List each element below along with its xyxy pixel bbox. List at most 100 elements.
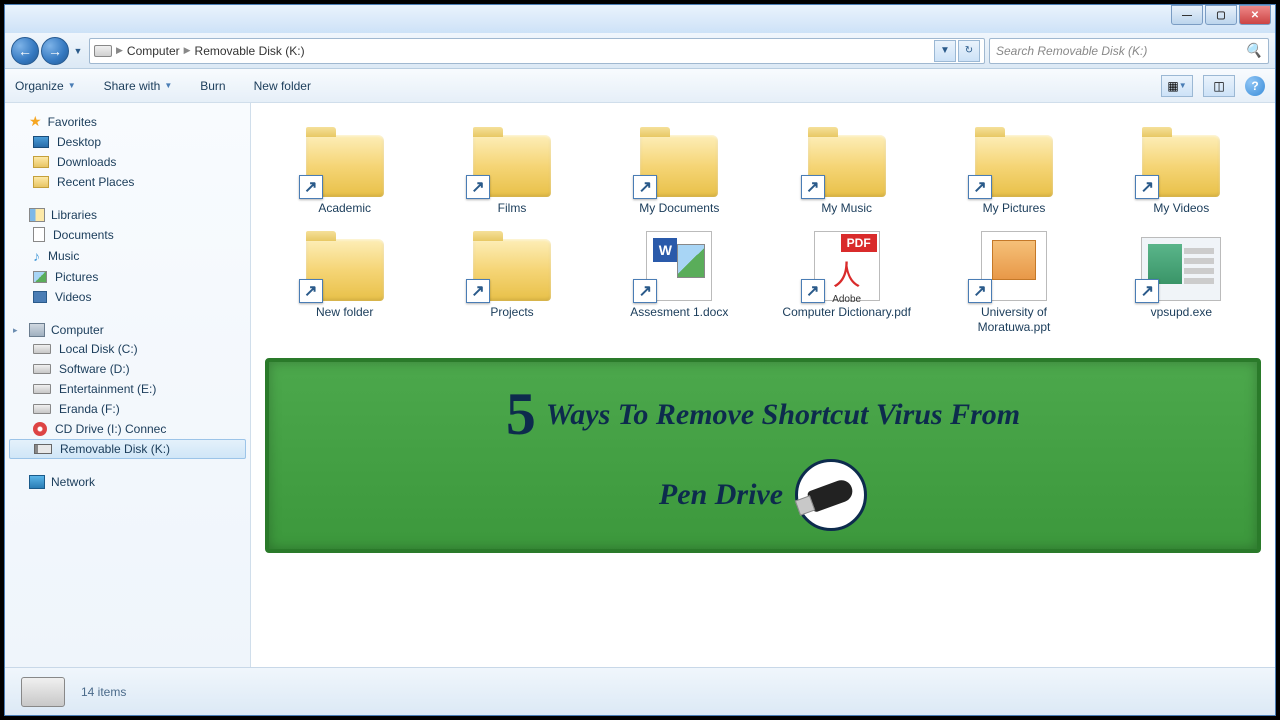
toolbar: Organize▼ Share with▼ Burn New folder ▦ … bbox=[5, 69, 1275, 103]
drive-icon bbox=[33, 404, 51, 414]
sidebar-item-downloads[interactable]: Downloads bbox=[5, 152, 250, 172]
favorites-group[interactable]: ★Favorites bbox=[5, 111, 250, 132]
view-mode-button[interactable]: ▦ ▼ bbox=[1161, 75, 1193, 97]
back-button[interactable]: ← bbox=[11, 37, 39, 65]
file-item[interactable]: ↗Academic bbox=[263, 119, 426, 215]
sidebar-item-drive-d[interactable]: Software (D:) bbox=[5, 359, 250, 379]
usb-drive-icon bbox=[34, 444, 52, 454]
file-label: My Music bbox=[821, 201, 872, 215]
sidebar-item-drive-c[interactable]: Local Disk (C:) bbox=[5, 339, 250, 359]
newfolder-button[interactable]: New folder bbox=[254, 79, 311, 93]
shortcut-arrow-icon: ↗ bbox=[801, 175, 825, 199]
search-icon: 🔍 bbox=[1245, 42, 1262, 59]
shortcut-arrow-icon: ↗ bbox=[466, 175, 490, 199]
content-pane: ↗Academic↗Films↗My Documents↗My Music↗My… bbox=[251, 103, 1275, 667]
file-item[interactable]: ↗ Films bbox=[430, 119, 593, 215]
file-item[interactable]: ↗University of Moratuwa.ppt bbox=[932, 223, 1095, 334]
file-item[interactable]: ↗ My Videos bbox=[1100, 119, 1263, 215]
file-label: Projects bbox=[490, 305, 533, 319]
sidebar-item-documents[interactable]: Documents bbox=[5, 224, 250, 245]
file-item[interactable]: PDF人Adobe↗Computer Dictionary.pdf bbox=[765, 223, 928, 334]
sidebar-item-recent[interactable]: Recent Places bbox=[5, 172, 250, 192]
sidebar-item-drive-e[interactable]: Entertainment (E:) bbox=[5, 379, 250, 399]
network-icon bbox=[29, 475, 45, 489]
file-label: Films bbox=[498, 201, 527, 215]
titlebar: — ▢ ✕ bbox=[5, 5, 1275, 33]
drive-icon bbox=[33, 384, 51, 394]
maximize-button[interactable]: ▢ bbox=[1205, 5, 1237, 25]
history-dropdown[interactable]: ▼ bbox=[71, 37, 85, 65]
document-icon bbox=[33, 227, 45, 242]
shortcut-arrow-icon: ↗ bbox=[801, 279, 825, 303]
burn-button[interactable]: Burn bbox=[200, 79, 225, 93]
status-bar: 14 items bbox=[5, 667, 1275, 715]
pictures-icon bbox=[33, 271, 47, 283]
preview-pane-button[interactable]: ◫ bbox=[1203, 75, 1235, 97]
drive-icon bbox=[94, 45, 112, 57]
file-grid: ↗Academic↗Films↗My Documents↗My Music↗My… bbox=[251, 103, 1275, 350]
file-item[interactable]: ↗My Documents bbox=[598, 119, 761, 215]
breadcrumb-separator: ▶ bbox=[184, 45, 191, 56]
breadcrumb-computer[interactable]: Computer bbox=[127, 44, 180, 58]
sidebar-item-cd-drive[interactable]: CD Drive (I:) Connec bbox=[5, 419, 250, 439]
folder-icon bbox=[33, 176, 49, 188]
drive-icon bbox=[21, 677, 65, 707]
file-label: University of Moratuwa.ppt bbox=[949, 305, 1079, 334]
explorer-window: — ▢ ✕ ← → ▼ ▶ Computer ▶ Removable Disk … bbox=[4, 4, 1276, 716]
shortcut-arrow-icon: ↗ bbox=[1135, 175, 1159, 199]
file-item[interactable]: ↗ My Music bbox=[765, 119, 928, 215]
close-button[interactable]: ✕ bbox=[1239, 5, 1271, 25]
sidebar-item-drive-f[interactable]: Eranda (F:) bbox=[5, 399, 250, 419]
file-item[interactable]: ↗vpsupd.exe bbox=[1100, 223, 1263, 334]
sidebar-item-videos[interactable]: Videos bbox=[5, 287, 250, 307]
file-item[interactable]: ↗Projects bbox=[430, 223, 593, 334]
breadcrumb-current[interactable]: Removable Disk (K:) bbox=[195, 44, 305, 58]
drive-icon bbox=[33, 364, 51, 374]
navigation-bar: ← → ▼ ▶ Computer ▶ Removable Disk (K:) ▼… bbox=[5, 33, 1275, 69]
file-label: Assesment 1.docx bbox=[630, 305, 728, 319]
file-label: My Pictures bbox=[983, 201, 1046, 215]
shortcut-arrow-icon: ↗ bbox=[633, 279, 657, 303]
minimize-button[interactable]: — bbox=[1171, 5, 1203, 25]
sidebar-item-pictures[interactable]: Pictures bbox=[5, 267, 250, 287]
banner-number: 5 bbox=[506, 380, 536, 449]
help-button[interactable]: ? bbox=[1245, 76, 1265, 96]
sidebar-item-music[interactable]: ♪Music bbox=[5, 245, 250, 267]
libraries-group[interactable]: Libraries bbox=[5, 206, 250, 224]
organize-menu[interactable]: Organize▼ bbox=[15, 79, 76, 93]
star-icon: ★ bbox=[29, 113, 42, 130]
file-label: vpsupd.exe bbox=[1151, 305, 1212, 319]
usb-graphic-icon bbox=[795, 459, 867, 531]
videos-icon bbox=[33, 291, 47, 303]
sidebar-item-removable-k[interactable]: Removable Disk (K:) bbox=[9, 439, 246, 459]
shortcut-arrow-icon: ↗ bbox=[466, 279, 490, 303]
computer-group[interactable]: ▸Computer bbox=[5, 321, 250, 339]
folder-icon bbox=[33, 156, 49, 168]
cd-icon bbox=[33, 422, 47, 436]
file-label: Computer Dictionary.pdf bbox=[782, 305, 911, 319]
overlay-banner: 5 Ways To Remove Shortcut Virus From Pen… bbox=[265, 358, 1261, 553]
file-item[interactable]: ↗ Assesment 1.docx bbox=[598, 223, 761, 334]
network-group[interactable]: Network bbox=[5, 473, 250, 491]
sidebar-item-desktop[interactable]: Desktop bbox=[5, 132, 250, 152]
shortcut-arrow-icon: ↗ bbox=[299, 279, 323, 303]
file-label: My Videos bbox=[1153, 201, 1209, 215]
breadcrumb-separator: ▶ bbox=[116, 45, 123, 56]
file-item[interactable]: ↗ My Pictures bbox=[932, 119, 1095, 215]
shortcut-arrow-icon: ↗ bbox=[968, 279, 992, 303]
forward-button[interactable]: → bbox=[41, 37, 69, 65]
address-bar[interactable]: ▶ Computer ▶ Removable Disk (K:) ▼ ↻ bbox=[89, 38, 985, 64]
address-dropdown[interactable]: ▼ bbox=[934, 40, 956, 62]
item-count: 14 items bbox=[81, 685, 126, 699]
file-item[interactable]: ↗ New folder bbox=[263, 223, 426, 334]
banner-text-2: Pen Drive bbox=[659, 478, 783, 512]
navigation-sidebar: ★Favorites Desktop Downloads Recent Plac… bbox=[5, 103, 251, 667]
computer-icon bbox=[29, 323, 45, 337]
share-menu[interactable]: Share with▼ bbox=[104, 79, 173, 93]
refresh-button[interactable]: ↻ bbox=[958, 40, 980, 62]
file-label: New folder bbox=[316, 305, 373, 319]
search-input[interactable]: Search Removable Disk (K:) 🔍 bbox=[989, 38, 1269, 64]
banner-text-1: Ways To Remove Shortcut Virus From bbox=[546, 398, 1020, 432]
shortcut-arrow-icon: ↗ bbox=[968, 175, 992, 199]
shortcut-arrow-icon: ↗ bbox=[633, 175, 657, 199]
